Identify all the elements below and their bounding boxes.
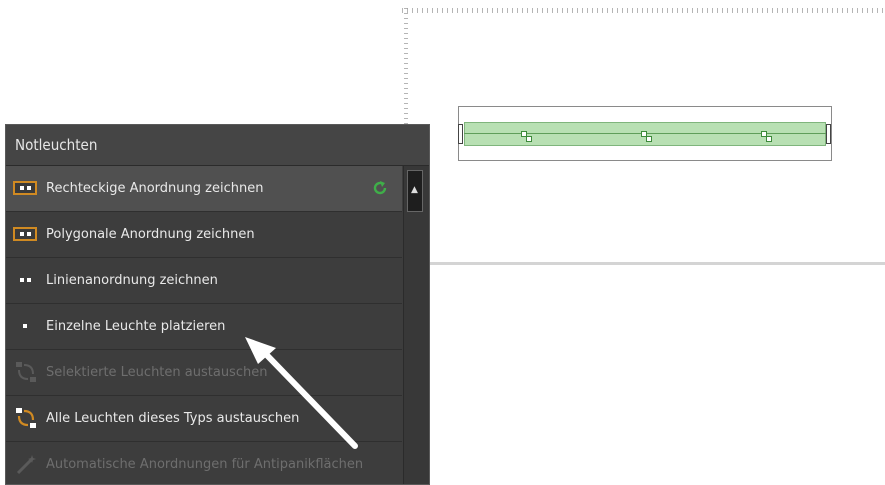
route-end-marker-left[interactable] <box>458 124 463 144</box>
swap-all-icon <box>6 396 46 441</box>
tool-auto-antipanic[interactable]: Automatische Anordnungen für Antipanikfl… <box>6 442 402 484</box>
tool-label: Automatische Anordnungen für Antipanikfl… <box>46 457 364 472</box>
dimension-ruler-top <box>402 8 885 13</box>
wand-icon <box>6 442 46 484</box>
tool-rectangular-arrangement[interactable]: Rechteckige Anordnung zeichnen <box>6 166 402 212</box>
emergency-lights-panel: Notleuchten Rechteckige Anordnung zeichn… <box>5 124 430 485</box>
drawing-canvas[interactable] <box>402 0 885 265</box>
polygon-arrangement-icon <box>6 212 46 257</box>
luminaire-marker[interactable] <box>521 131 532 142</box>
refresh-icon[interactable] <box>370 178 390 198</box>
tool-label: Alle Leuchten dieses Typs austauschen <box>46 411 300 426</box>
tool-list: Rechteckige Anordnung zeichnen Polygonal… <box>6 166 402 484</box>
single-luminaire-icon <box>6 304 46 349</box>
scroll-up-button[interactable]: ▲ <box>407 170 423 212</box>
tool-swap-all[interactable]: Alle Leuchten dieses Typs austauschen <box>6 396 402 442</box>
tool-label: Rechteckige Anordnung zeichnen <box>46 181 264 196</box>
route-end-marker-right[interactable] <box>826 124 831 144</box>
tool-label: Polygonale Anordnung zeichnen <box>46 227 255 242</box>
line-arrangement-icon <box>6 258 46 303</box>
caret-up-icon: ▲ <box>411 185 418 195</box>
tool-label: Selektierte Leuchten austauschen <box>46 365 268 380</box>
swap-selected-icon <box>6 350 46 395</box>
tool-label: Linienanordnung zeichnen <box>46 273 218 288</box>
luminaire-marker[interactable] <box>761 131 772 142</box>
tool-polygonal-arrangement[interactable]: Polygonale Anordnung zeichnen <box>6 212 402 258</box>
panel-title: Notleuchten <box>6 125 429 166</box>
dimension-ruler-left <box>404 8 408 128</box>
rectangle-arrangement-icon <box>6 166 46 211</box>
tool-single-luminaire[interactable]: Einzelne Leuchte platzieren <box>6 304 402 350</box>
tool-line-arrangement[interactable]: Linienanordnung zeichnen <box>6 258 402 304</box>
tool-label: Einzelne Leuchte platzieren <box>46 319 226 334</box>
scrollbar[interactable]: ▲ <box>403 166 429 484</box>
tool-swap-selected[interactable]: Selektierte Leuchten austauschen <box>6 350 402 396</box>
luminaire-marker[interactable] <box>641 131 652 142</box>
